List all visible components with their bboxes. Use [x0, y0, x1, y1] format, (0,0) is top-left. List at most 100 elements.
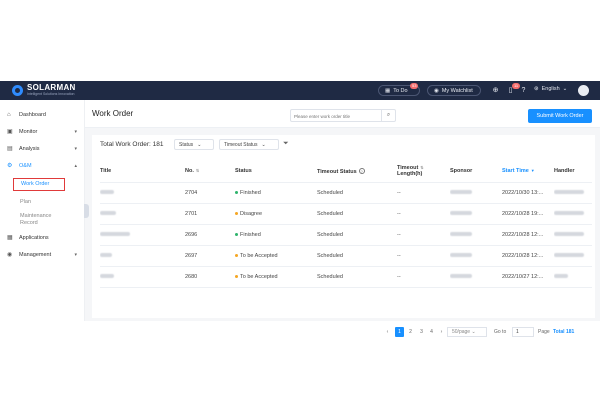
- pagination-prev[interactable]: ‹: [383, 327, 392, 337]
- page-size-select[interactable]: 50/page ⌄: [447, 327, 487, 337]
- pagination-next[interactable]: ›: [437, 327, 446, 337]
- manage-icon: ◉: [7, 252, 13, 258]
- status-dot: [235, 253, 238, 257]
- sidebar-item-applications[interactable]: ▦ Applications: [0, 231, 85, 245]
- page-title: Work Order: [92, 109, 134, 118]
- sidebar-item-dashboard[interactable]: ⌂ Dashboard: [0, 108, 85, 122]
- redacted-title: [100, 211, 116, 216]
- brand-name: SOLARMAN: [27, 83, 76, 93]
- calendar-icon: ▦: [385, 87, 391, 94]
- chevron-down-icon: ⌄: [471, 329, 476, 335]
- redacted-sponsor: [450, 232, 472, 237]
- top-bar: SOLARMAN Intelligent Solutions Innovatio…: [0, 81, 600, 100]
- table-row[interactable]: 2697 To be Accepted Scheduled -- 2022/10…: [100, 245, 592, 267]
- logo-mark: [12, 85, 23, 96]
- avatar[interactable]: [578, 85, 589, 96]
- table-row[interactable]: 2696 Finished Scheduled -- 2022/10/28 12…: [100, 224, 592, 246]
- col-start-time[interactable]: Start Time ▼: [502, 161, 554, 183]
- submit-work-order-button[interactable]: Submit Work Order: [528, 109, 592, 123]
- chevron-down-icon: ⌄: [261, 141, 266, 148]
- filter-icon[interactable]: ⏷: [283, 140, 289, 148]
- chart-icon: ▤: [7, 146, 13, 152]
- total-records: Total 181: [553, 329, 575, 335]
- sidebar-item-maintenance-record[interactable]: Maintenance Record: [20, 213, 52, 226]
- sidebar-item-analysis[interactable]: ▤ Analysis ▾: [0, 142, 85, 156]
- language-label: English: [541, 86, 560, 92]
- watchlist-button[interactable]: ◉ My Watchlist: [427, 85, 481, 96]
- search-box: ⌕: [290, 109, 396, 122]
- redacted-title: [100, 232, 130, 237]
- plus-icon[interactable]: ⊕: [491, 86, 500, 95]
- home-icon: ⌂: [7, 112, 11, 118]
- page-label: Page: [538, 329, 550, 335]
- info-icon[interactable]: ?: [358, 167, 365, 174]
- redacted-handler: [554, 211, 584, 216]
- redacted-handler: [554, 253, 584, 258]
- status-dot: [235, 211, 238, 215]
- pagination-page-2[interactable]: 2: [406, 327, 415, 337]
- search-input[interactable]: [294, 112, 379, 120]
- redacted-handler: [554, 190, 584, 195]
- todo-label: To Do: [393, 87, 408, 94]
- redacted-handler: [554, 232, 584, 237]
- col-no[interactable]: No. ⇅: [185, 161, 235, 183]
- logo[interactable]: SOLARMAN Intelligent Solutions Innovatio…: [12, 84, 76, 97]
- redacted-sponsor: [450, 211, 472, 216]
- status-dot: [235, 274, 238, 278]
- language-selector[interactable]: ⊛ English ⌄: [534, 86, 567, 92]
- eye-icon: ◉: [434, 87, 439, 94]
- status-dot: [235, 190, 238, 194]
- chevron-down-icon: ▾: [74, 146, 77, 152]
- chevron-up-icon: ▴: [74, 163, 77, 169]
- globe-icon: ⊛: [534, 86, 539, 92]
- chevron-down-icon: ⌄: [562, 86, 568, 92]
- col-sponsor: Sponsor: [450, 161, 502, 183]
- pagination-page-1[interactable]: 1: [395, 327, 404, 337]
- redacted-sponsor: [450, 190, 472, 195]
- search-icon[interactable]: ⌕: [381, 110, 395, 121]
- sidebar-collapse-handle[interactable]: [84, 204, 89, 218]
- table-row[interactable]: 2701 Disagree Scheduled -- 2022/10/28 19…: [100, 203, 592, 225]
- apps-icon: ▦: [7, 235, 13, 241]
- watchlist-label: My Watchlist: [441, 87, 473, 94]
- goto-page-input[interactable]: [512, 327, 534, 337]
- table-row[interactable]: 2680 To be Accepted Scheduled -- 2022/10…: [100, 266, 592, 288]
- brand-tagline: Intelligent Solutions Innovation: [27, 92, 75, 97]
- sidebar-item-management[interactable]: ◉ Management ▾: [0, 248, 85, 262]
- redacted-handler: [554, 274, 568, 279]
- chevron-down-icon: ▾: [74, 129, 77, 135]
- col-timeout-status: Timeout Status?: [317, 161, 397, 183]
- redacted-title: [100, 253, 112, 258]
- col-timeout-length[interactable]: Timeout ⇅ Length(h): [397, 161, 450, 183]
- redacted-title: [100, 190, 114, 195]
- status-filter[interactable]: Status ⌄: [174, 139, 214, 150]
- work-order-card: Total Work Order: 181 Status ⌄ Timeout S…: [92, 135, 595, 318]
- redacted-title: [100, 274, 114, 279]
- col-handler: Handler: [554, 161, 592, 183]
- sidebar-item-work-order[interactable]: Work Order: [13, 178, 65, 191]
- goto-label: Go to: [494, 329, 507, 335]
- page-header: Work Order ⌕ Submit Work Order: [85, 100, 600, 128]
- redacted-sponsor: [450, 274, 472, 279]
- sort-desc-icon: ▼: [530, 168, 535, 174]
- sidebar-item-om[interactable]: ⚙ O&M ▴: [0, 159, 85, 173]
- sidebar-item-plan[interactable]: Plan: [20, 199, 31, 206]
- pagination-page-3[interactable]: 3: [417, 327, 426, 337]
- table-row[interactable]: 2704 Finished Scheduled -- 2022/10/30 13…: [100, 182, 592, 204]
- monitor-icon: ▣: [7, 129, 13, 135]
- work-order-table: Title No. ⇅ Status Timeout Status? Timeou…: [100, 161, 592, 288]
- gear-icon: ⚙: [7, 163, 13, 169]
- table-header: Title No. ⇅ Status Timeout Status? Timeou…: [100, 161, 592, 183]
- sort-icon: ⇅: [420, 165, 424, 171]
- col-title: Title: [100, 161, 185, 183]
- chevron-down-icon: ⌄: [197, 141, 202, 148]
- timeout-status-filter[interactable]: Timeout Status ⌄: [219, 139, 279, 150]
- help-icon[interactable]: ?: [519, 86, 528, 95]
- col-status: Status: [235, 161, 317, 183]
- redacted-sponsor: [450, 253, 472, 258]
- pagination-page-4[interactable]: 4: [427, 327, 436, 337]
- chevron-down-icon: ▾: [74, 252, 77, 258]
- sidebar: ⌂ Dashboard ▣ Monitor ▾ ▤ Analysis ▾ ⚙ O…: [0, 100, 85, 321]
- sidebar-item-monitor[interactable]: ▣ Monitor ▾: [0, 125, 85, 139]
- app-window: SOLARMAN Intelligent Solutions Innovatio…: [0, 81, 600, 337]
